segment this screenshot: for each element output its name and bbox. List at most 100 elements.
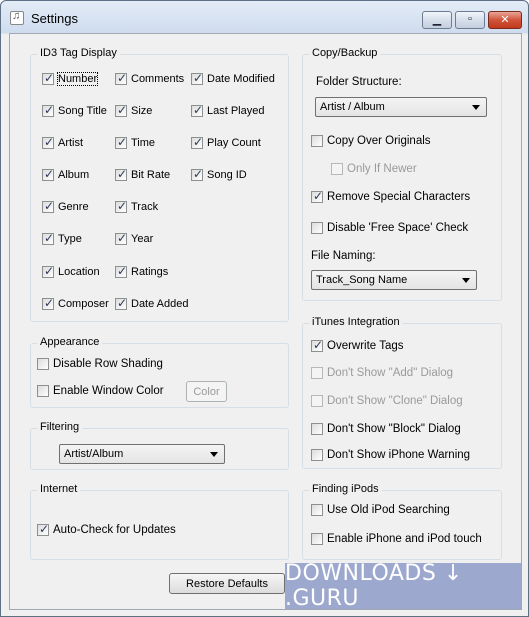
folder-structure-select[interactable]: Artist / Album [315,97,487,117]
checkbox-location[interactable]: Location [42,264,100,278]
checkbox-checked-icon [37,522,49,536]
finding-ipods-legend: Finding iPods [309,483,382,495]
checkbox-checked-icon [42,71,54,85]
checkbox-checked-icon [311,189,323,203]
color-button[interactable]: Color [186,381,227,402]
checkbox-enable-window-color[interactable]: Enable Window Color [37,385,164,397]
checkbox-enable-iphone-ipod-touch[interactable]: Enable iPhone and iPod touch [311,533,482,545]
checkbox-box [37,385,49,397]
filtering-select[interactable]: Artist/Album [59,444,225,464]
checkbox-checked-icon [115,199,127,213]
folder-structure-value: Artist / Album [320,101,385,113]
maximize-icon: ▫ [468,13,472,25]
checkbox-box [311,135,323,147]
checkbox-checked-icon [42,264,54,278]
internet-group: Internet Auto-Check for Updates [30,483,289,560]
chevron-down-icon [472,105,480,110]
checkbox-checked-icon [191,135,203,149]
checkbox-copy-over-originals[interactable]: Copy Over Originals [311,135,431,147]
file-naming-select[interactable]: Track_Song Name [311,270,477,290]
appearance-group: Appearance Disable Row Shading Enable Wi… [30,336,289,408]
checkbox-box [311,504,323,516]
internet-legend: Internet [37,483,81,495]
file-naming-label: File Naming: [311,250,376,262]
checkbox-checked-icon [115,71,127,85]
checkbox-size[interactable]: Size [115,103,152,117]
checkbox-ratings[interactable]: Ratings [115,264,168,278]
restore-defaults-button[interactable]: Restore Defaults [169,573,285,594]
close-icon: ✕ [500,14,510,26]
checkbox-checked-icon [191,167,203,181]
checkbox-checked-icon [115,231,127,245]
filtering-selected-value: Artist/Album [64,448,124,460]
checkbox-checked-icon [191,103,203,117]
checkbox-remove-special-characters[interactable]: Remove Special Characters [311,189,470,203]
checkbox-checked-icon [42,296,54,310]
finding-ipods-group: Finding iPods Use Old iPod Searching Ena… [302,483,502,560]
file-naming-value: Track_Song Name [316,274,408,286]
checkbox-disable-free-space-check[interactable]: Disable 'Free Space' Check [311,222,468,234]
copy-backup-group: Copy/Backup Folder Structure: Artist / A… [302,47,502,301]
maximize-button[interactable]: ▫ [455,11,485,29]
checkbox-song-title[interactable]: Song Title [42,103,107,117]
checkbox-checked-icon [115,167,127,181]
title-bar[interactable]: Settings ▁ ▫ ✕ [1,1,528,33]
checkbox-album[interactable]: Album [42,167,89,181]
checkbox-checked-icon [42,167,54,181]
checkbox-artist[interactable]: Artist [42,135,83,149]
checkbox-auto-check-updates[interactable]: Auto-Check for Updates [37,522,176,536]
checkbox-box [311,222,323,234]
checkbox-box [311,395,323,407]
checkbox-checked-icon [191,71,203,85]
checkbox-play-count[interactable]: Play Count [191,135,261,149]
checkbox-last-played[interactable]: Last Played [191,103,264,117]
checkbox-box [37,358,49,370]
itunes-integration-legend: iTunes Integration [309,316,403,328]
minimize-icon: ▁ [432,14,442,26]
checkbox-dont-show-iphone-warning[interactable]: Don't Show iPhone Warning [311,449,470,461]
checkbox-only-if-newer[interactable]: Only If Newer [331,163,417,175]
appearance-legend: Appearance [37,336,103,348]
checkbox-date-modified[interactable]: Date Modified [191,71,275,85]
checkbox-overwrite-tags[interactable]: Overwrite Tags [311,338,403,352]
checkbox-dont-show-clone[interactable]: Don't Show "Clone" Dialog [311,395,463,407]
filtering-group: Filtering Artist/Album [30,421,289,470]
checkbox-checked-icon [311,338,323,352]
checkbox-checked-icon [115,264,127,278]
checkbox-box [311,367,323,379]
checkbox-box [331,163,343,175]
checkbox-bit-rate[interactable]: Bit Rate [115,167,170,181]
checkbox-genre[interactable]: Genre [42,199,89,213]
checkbox-checked-icon [42,199,54,213]
checkbox-checked-icon [115,103,127,117]
checkbox-disable-row-shading[interactable]: Disable Row Shading [37,358,163,370]
itunes-integration-group: iTunes Integration Overwrite Tags Don't … [302,316,502,469]
checkbox-year[interactable]: Year [115,231,153,245]
checkbox-checked-icon [115,296,127,310]
close-button[interactable]: ✕ [488,11,522,29]
checkbox-time[interactable]: Time [115,135,155,149]
app-icon [10,10,24,25]
checkbox-use-old-ipod-searching[interactable]: Use Old iPod Searching [311,504,450,516]
checkbox-checked-icon [42,135,54,149]
minimize-button[interactable]: ▁ [422,11,452,29]
settings-panel: ID3 Tag Display Number Song Title Artist… [9,33,522,610]
checkbox-number[interactable]: Number [42,71,99,86]
settings-window: Settings ▁ ▫ ✕ ID3 Tag Display Number So… [0,0,529,617]
window-title: Settings [31,11,78,26]
checkbox-box [311,449,323,461]
checkbox-track[interactable]: Track [115,199,158,213]
checkbox-date-added[interactable]: Date Added [115,296,189,310]
checkbox-dont-show-block[interactable]: Don't Show "Block" Dialog [311,423,461,435]
checkbox-type[interactable]: Type [42,231,82,245]
id3-tag-display-legend: ID3 Tag Display [37,47,120,59]
checkbox-box [311,423,323,435]
id3-tag-display-group: ID3 Tag Display Number Song Title Artist… [30,47,289,322]
watermark-overlay: DOWNLOADS ↓ .GURU [285,561,521,611]
checkbox-composer[interactable]: Composer [42,296,109,310]
checkbox-checked-icon [115,135,127,149]
checkbox-comments[interactable]: Comments [115,71,184,85]
checkbox-song-id[interactable]: Song ID [191,167,247,181]
checkbox-dont-show-add[interactable]: Don't Show "Add" Dialog [311,367,453,379]
copy-backup-legend: Copy/Backup [309,47,381,59]
